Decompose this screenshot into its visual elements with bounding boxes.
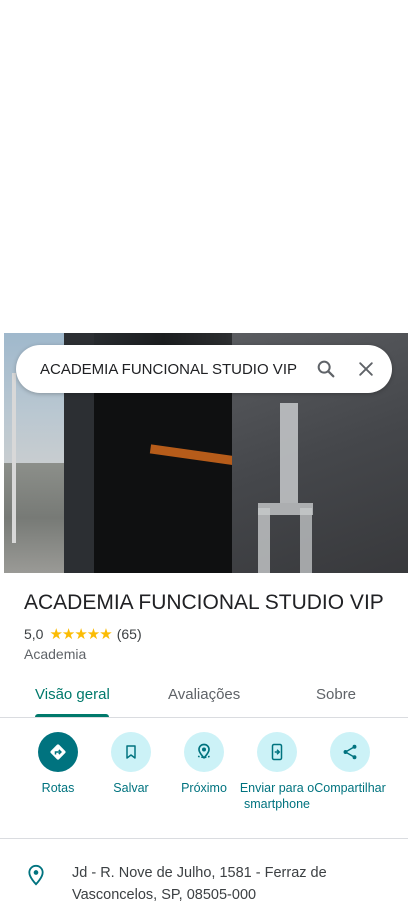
section-divider	[0, 838, 408, 839]
rating-row[interactable]: 5,0 ★★★★★ (65)	[24, 625, 142, 643]
place-title: ACADEMIA FUNCIONAL STUDIO VIP	[24, 591, 384, 614]
place-category[interactable]: Academia	[24, 646, 86, 662]
photo-edge	[0, 333, 4, 573]
tab-reviews[interactable]: Avaliações	[168, 686, 240, 703]
tab-bar: Visão geral Avaliações Sobre	[0, 672, 408, 718]
photo-glass-door	[94, 393, 244, 573]
tab-about[interactable]: Sobre	[316, 686, 356, 703]
send-to-phone-icon	[257, 732, 297, 772]
photo-wall-mark	[300, 508, 312, 573]
nearby-label: Próximo	[181, 781, 227, 795]
photo-wall-mark	[280, 403, 298, 503]
location-pin-icon	[26, 864, 46, 891]
tab-overview[interactable]: Visão geral	[35, 686, 110, 703]
nearby-icon	[184, 732, 224, 772]
share-label: Compartilhar	[314, 781, 386, 795]
directions-button[interactable]: Rotas	[18, 732, 98, 796]
close-icon[interactable]	[346, 349, 386, 389]
bookmark-icon	[111, 732, 151, 772]
directions-label: Rotas	[41, 781, 75, 795]
share-icon	[330, 732, 370, 772]
photo-wall-mark	[258, 508, 270, 573]
send-to-phone-label: Enviar para o smartphone	[239, 781, 315, 811]
send-to-phone-button[interactable]: Enviar para o smartphone	[237, 732, 317, 812]
star-rating: ★★★★★	[49, 626, 112, 643]
search-input[interactable]: ACADEMIA FUNCIONAL STUDIO VIP	[40, 361, 306, 378]
save-button[interactable]: Salvar	[91, 732, 171, 796]
directions-icon	[38, 732, 78, 772]
address-text[interactable]: Jd - R. Nove de Julho, 1581 - Ferraz de …	[72, 862, 372, 906]
search-bar[interactable]: ACADEMIA FUNCIONAL STUDIO VIP	[16, 345, 392, 393]
tab-indicator	[35, 714, 109, 717]
nearby-button[interactable]: Próximo	[164, 732, 244, 796]
search-icon[interactable]	[306, 349, 346, 389]
photo-street	[0, 463, 70, 573]
photo-pole	[12, 373, 16, 543]
review-count[interactable]: (65)	[117, 626, 142, 642]
rating-value: 5,0	[24, 626, 44, 642]
share-button[interactable]: Compartilhar	[310, 732, 390, 796]
save-label: Salvar	[113, 781, 149, 795]
